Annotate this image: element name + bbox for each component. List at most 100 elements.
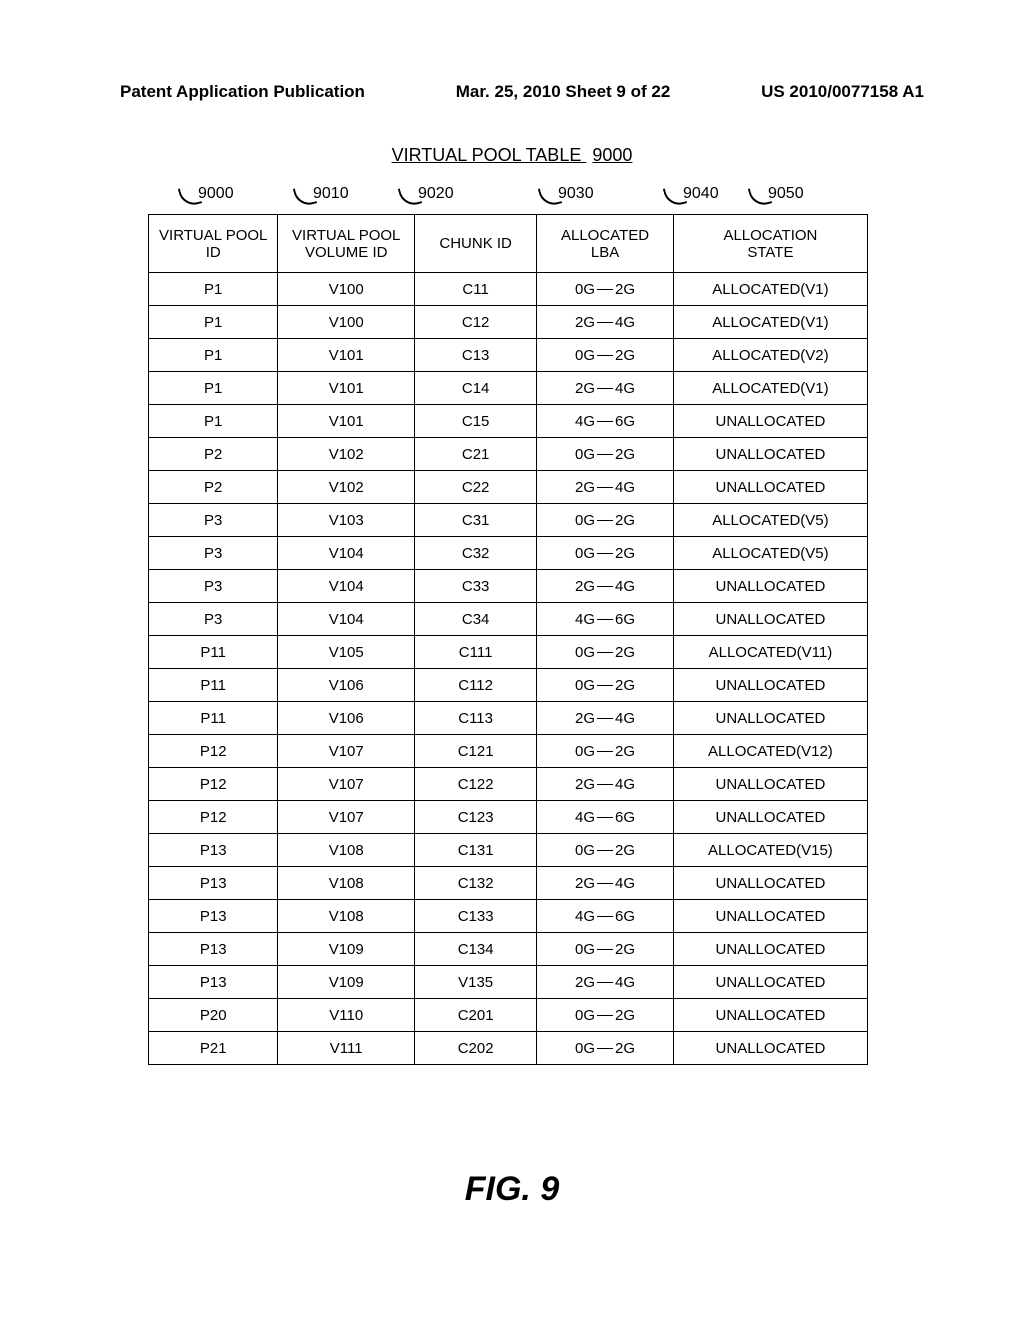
cell-lba: 0G2G bbox=[537, 669, 674, 702]
cell-vol: V107 bbox=[278, 735, 415, 768]
col-virtual-pool-volume-id: VIRTUAL POOL VOLUME ID bbox=[278, 215, 415, 273]
cell-state: UNALLOCATED bbox=[673, 801, 867, 834]
cell-chunk: C34 bbox=[415, 603, 537, 636]
cell-state: ALLOCATED(V11) bbox=[673, 636, 867, 669]
cell-vol: V108 bbox=[278, 900, 415, 933]
cell-state: UNALLOCATED bbox=[673, 669, 867, 702]
cell-lba: 0G2G bbox=[537, 504, 674, 537]
cell-chunk: C33 bbox=[415, 570, 537, 603]
cell-lba: 0G2G bbox=[537, 537, 674, 570]
callout-9010: 9010 bbox=[295, 180, 349, 205]
cell-chunk: C134 bbox=[415, 933, 537, 966]
cell-lba: 0G2G bbox=[537, 999, 674, 1032]
cell-lba: 2G4G bbox=[537, 768, 674, 801]
callout-9050: 9050 bbox=[750, 180, 804, 205]
table-row: P13V108C1334G6GUNALLOCATED bbox=[149, 900, 868, 933]
cell-chunk: C22 bbox=[415, 471, 537, 504]
cell-pool: P2 bbox=[149, 471, 278, 504]
page-header: Patent Application Publication Mar. 25, … bbox=[120, 82, 924, 102]
cell-lba: 0G2G bbox=[537, 273, 674, 306]
cell-state: UNALLOCATED bbox=[673, 933, 867, 966]
cell-pool: P2 bbox=[149, 438, 278, 471]
cell-chunk: C21 bbox=[415, 438, 537, 471]
cell-chunk: C112 bbox=[415, 669, 537, 702]
table-row: P1V100C110G2GALLOCATED(V1) bbox=[149, 273, 868, 306]
table-row: P2V102C210G2GUNALLOCATED bbox=[149, 438, 868, 471]
cell-pool: P1 bbox=[149, 273, 278, 306]
cell-pool: P12 bbox=[149, 735, 278, 768]
cell-state: UNALLOCATED bbox=[673, 999, 867, 1032]
cell-lba: 2G4G bbox=[537, 471, 674, 504]
callout-9040: 9040 bbox=[665, 180, 719, 205]
title-number: 9000 bbox=[592, 145, 632, 165]
header-left: Patent Application Publication bbox=[120, 82, 365, 102]
cell-chunk: C131 bbox=[415, 834, 537, 867]
cell-vol: V100 bbox=[278, 306, 415, 339]
table-row: P11V106C1132G4GUNALLOCATED bbox=[149, 702, 868, 735]
table-row: P12V107C1234G6GUNALLOCATED bbox=[149, 801, 868, 834]
cell-vol: V101 bbox=[278, 372, 415, 405]
cell-vol: V106 bbox=[278, 702, 415, 735]
cell-chunk: C133 bbox=[415, 900, 537, 933]
cell-state: ALLOCATED(V1) bbox=[673, 273, 867, 306]
cell-chunk: C12 bbox=[415, 306, 537, 339]
cell-lba: 4G6G bbox=[537, 603, 674, 636]
cell-pool: P1 bbox=[149, 306, 278, 339]
cell-lba: 0G2G bbox=[537, 1032, 674, 1065]
cell-pool: P12 bbox=[149, 801, 278, 834]
table-row: P13V108C1310G2GALLOCATED(V15) bbox=[149, 834, 868, 867]
cell-vol: V104 bbox=[278, 537, 415, 570]
table-row: P3V104C344G6GUNALLOCATED bbox=[149, 603, 868, 636]
cell-lba: 2G4G bbox=[537, 867, 674, 900]
cell-vol: V101 bbox=[278, 339, 415, 372]
table-row: P1V101C154G6GUNALLOCATED bbox=[149, 405, 868, 438]
table-row: P1V101C130G2GALLOCATED(V2) bbox=[149, 339, 868, 372]
table-row: P1V101C142G4GALLOCATED(V1) bbox=[149, 372, 868, 405]
table-row: P13V108C1322G4GUNALLOCATED bbox=[149, 867, 868, 900]
cell-chunk: C202 bbox=[415, 1032, 537, 1065]
cell-vol: V101 bbox=[278, 405, 415, 438]
cell-chunk: C201 bbox=[415, 999, 537, 1032]
cell-state: UNALLOCATED bbox=[673, 1032, 867, 1065]
cell-pool: P13 bbox=[149, 966, 278, 999]
cell-state: ALLOCATED(V15) bbox=[673, 834, 867, 867]
cell-state: ALLOCATED(V2) bbox=[673, 339, 867, 372]
cell-pool: P1 bbox=[149, 372, 278, 405]
cell-pool: P11 bbox=[149, 669, 278, 702]
cell-lba: 0G2G bbox=[537, 636, 674, 669]
cell-lba: 4G6G bbox=[537, 405, 674, 438]
cell-pool: P11 bbox=[149, 636, 278, 669]
cell-state: UNALLOCATED bbox=[673, 900, 867, 933]
cell-pool: P3 bbox=[149, 570, 278, 603]
cell-vol: V110 bbox=[278, 999, 415, 1032]
table-row: P13V109C1340G2GUNALLOCATED bbox=[149, 933, 868, 966]
cell-pool: P1 bbox=[149, 405, 278, 438]
cell-chunk: C14 bbox=[415, 372, 537, 405]
cell-chunk: V135 bbox=[415, 966, 537, 999]
table-row: P11V106C1120G2GUNALLOCATED bbox=[149, 669, 868, 702]
table-row: P13V109V1352G4GUNALLOCATED bbox=[149, 966, 868, 999]
cell-state: UNALLOCATED bbox=[673, 438, 867, 471]
cell-lba: 2G4G bbox=[537, 966, 674, 999]
cell-vol: V106 bbox=[278, 669, 415, 702]
callout-9020: 9020 bbox=[400, 180, 454, 205]
callout-9000: 9000 bbox=[180, 180, 234, 205]
cell-lba: 2G4G bbox=[537, 570, 674, 603]
cell-vol: V108 bbox=[278, 867, 415, 900]
cell-state: UNALLOCATED bbox=[673, 471, 867, 504]
cell-state: UNALLOCATED bbox=[673, 867, 867, 900]
cell-vol: V105 bbox=[278, 636, 415, 669]
col-allocated-lba: ALLOCATED LBA bbox=[537, 215, 674, 273]
cell-vol: V108 bbox=[278, 834, 415, 867]
cell-pool: P13 bbox=[149, 867, 278, 900]
cell-lba: 4G6G bbox=[537, 801, 674, 834]
cell-lba: 0G2G bbox=[537, 438, 674, 471]
cell-pool: P3 bbox=[149, 537, 278, 570]
cell-chunk: C32 bbox=[415, 537, 537, 570]
cell-vol: V107 bbox=[278, 801, 415, 834]
table-title: VIRTUAL POOL TABLE 9000 bbox=[0, 145, 1024, 166]
cell-vol: V102 bbox=[278, 471, 415, 504]
cell-pool: P11 bbox=[149, 702, 278, 735]
cell-vol: V109 bbox=[278, 966, 415, 999]
cell-state: ALLOCATED(V1) bbox=[673, 372, 867, 405]
